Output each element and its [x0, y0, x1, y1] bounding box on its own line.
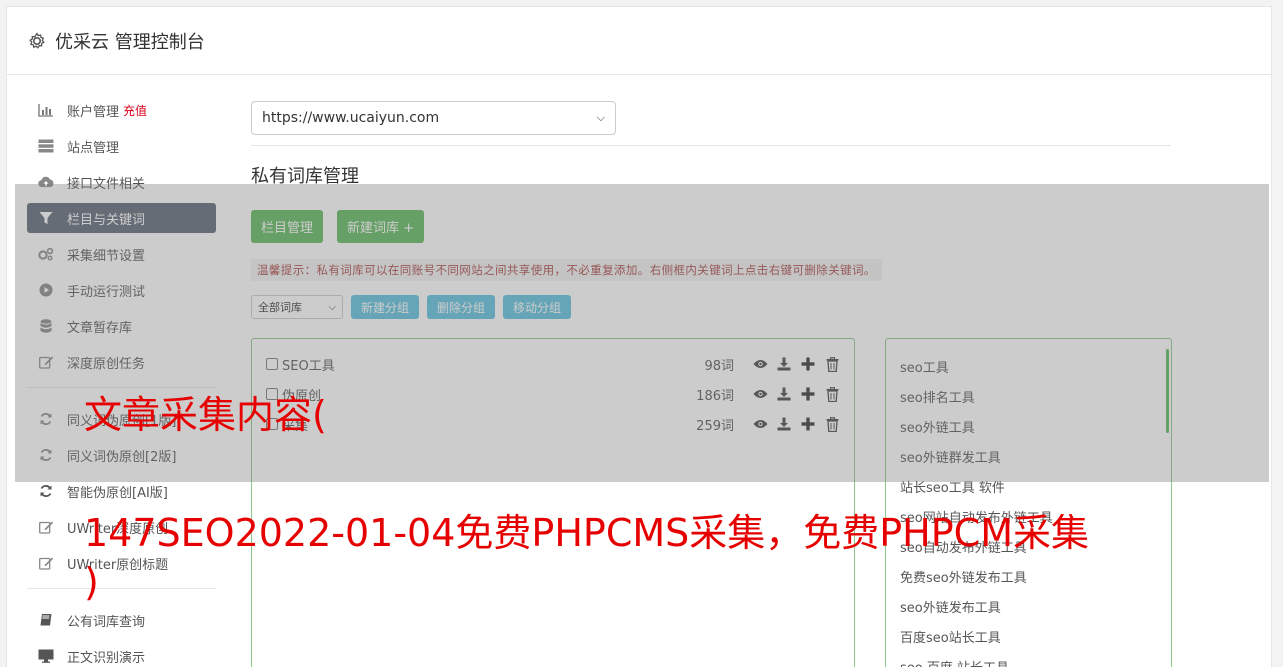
book-icon: [38, 612, 54, 628]
header: 优采云 管理控制台: [7, 7, 1271, 75]
refresh-icon: [38, 483, 54, 499]
keyword-item[interactable]: 免费seo外链发布工具: [900, 561, 1157, 591]
keyword-item[interactable]: seo外链发布工具: [900, 591, 1157, 621]
sidebar-item-label: 正文识别演示: [67, 650, 146, 666]
sidebar-item-sites[interactable]: 站点管理: [27, 131, 216, 161]
watermark-line-1: 文章采集内容(: [84, 393, 327, 437]
page-title: 优采云 管理控制台: [55, 31, 205, 53]
bar-chart-icon: [38, 102, 54, 118]
sidebar-item-account[interactable]: 账户管理 充值: [27, 95, 216, 125]
keyword-item[interactable]: 百度seo站长工具: [900, 621, 1157, 651]
sidebar-item-content-detect[interactable]: 正文识别演示: [27, 641, 216, 667]
watermark-line-2: 147SEO2022-01-04免费PHPCMS采集，免费PHPCM采集: [84, 511, 1089, 555]
gear-icon: [29, 31, 45, 49]
server-icon: [38, 138, 54, 154]
sidebar-item-label: 智能伪原创[AI版]: [67, 485, 168, 501]
keyword-item[interactable]: seo 百度 站长工具: [900, 651, 1157, 667]
sidebar-divider: [27, 588, 216, 589]
sidebar-item-label: 账户管理: [67, 104, 120, 120]
edit-icon: [38, 555, 54, 571]
site-select[interactable]: https://www.ucaiyun.com ⌵: [251, 101, 616, 135]
chevron-down-icon: ⌵: [596, 111, 605, 124]
edit-icon: [38, 519, 54, 535]
monitor-icon: [38, 648, 54, 664]
watermark-line-3: ): [84, 560, 99, 604]
divider: [251, 145, 1171, 146]
sidebar-item-public-lexicon[interactable]: 公有词库查询: [27, 605, 216, 635]
sidebar-item-label: 站点管理: [67, 140, 120, 156]
site-select-value: https://www.ucaiyun.com: [262, 110, 440, 126]
recharge-link[interactable]: 充值: [123, 102, 147, 119]
sidebar-item-label: 公有词库查询: [67, 614, 146, 630]
